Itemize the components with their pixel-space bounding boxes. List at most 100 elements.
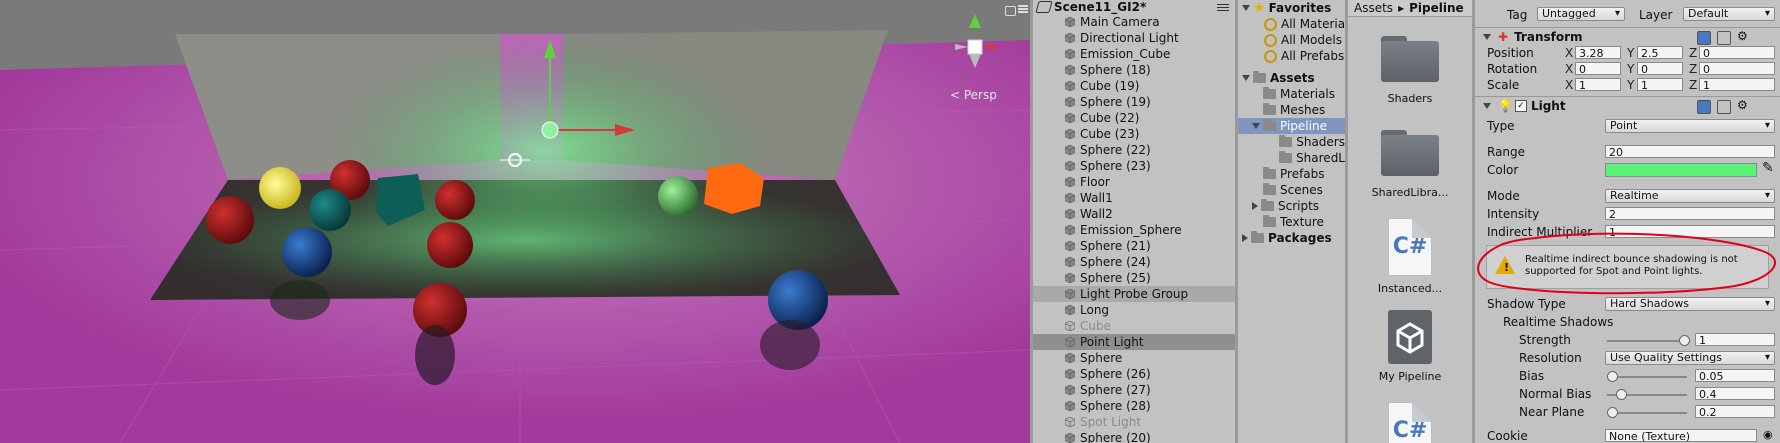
breadcrumb-pipeline[interactable]: Pipeline xyxy=(1409,1,1464,15)
breadcrumb-assets[interactable]: Assets xyxy=(1354,1,1393,15)
folder-item[interactable]: Meshes xyxy=(1238,102,1345,118)
scale-x-field[interactable]: 1 xyxy=(1575,78,1621,92)
rotation-y-field[interactable]: 0 xyxy=(1637,62,1683,76)
normal-bias-slider-knob[interactable] xyxy=(1616,389,1628,400)
folder-item[interactable]: Texture xyxy=(1238,214,1345,230)
near-plane-slider-knob[interactable] xyxy=(1607,407,1618,418)
folder-item[interactable]: SharedL xyxy=(1238,150,1345,166)
position-y-field[interactable]: 2.5 xyxy=(1637,46,1683,60)
hierarchy-item[interactable]: Sphere (24) xyxy=(1033,254,1235,270)
hamburger-icon[interactable] xyxy=(1217,2,1229,13)
hierarchy-item[interactable]: Wall1 xyxy=(1033,190,1235,206)
layer-dropdown[interactable]: Default xyxy=(1683,7,1775,21)
hierarchy-item[interactable]: Sphere (25) xyxy=(1033,270,1235,286)
intensity-field[interactable]: 2 xyxy=(1605,207,1775,221)
position-z-field[interactable]: 0 xyxy=(1699,46,1775,60)
folder-item[interactable]: Scripts xyxy=(1238,198,1345,214)
lock-icon[interactable] xyxy=(1005,6,1016,16)
help-icon[interactable] xyxy=(1697,31,1711,45)
expand-arrow-icon[interactable] xyxy=(1483,34,1491,40)
strength-slider-track[interactable] xyxy=(1607,340,1687,342)
asset-shaders[interactable]: Shaders xyxy=(1348,36,1472,105)
cookie-field[interactable]: None (Texture) xyxy=(1605,429,1757,443)
hierarchy-item[interactable]: Sphere (28) xyxy=(1033,398,1235,414)
hierarchy-item[interactable]: Sphere xyxy=(1033,350,1235,366)
normal-bias-field[interactable]: 0.4 xyxy=(1695,387,1775,401)
eyedropper-icon[interactable]: ✎ xyxy=(1762,160,1774,176)
hierarchy-item[interactable]: Cube (23) xyxy=(1033,126,1235,142)
resolution-dropdown[interactable]: Use Quality Settings xyxy=(1605,351,1775,365)
bias-slider-knob[interactable] xyxy=(1607,371,1618,382)
gear-icon[interactable]: ⚙ xyxy=(1737,29,1748,43)
hierarchy-item[interactable]: Sphere (19) xyxy=(1033,94,1235,110)
hierarchy-item[interactable]: Wall2 xyxy=(1033,206,1235,222)
scale-y-field[interactable]: 1 xyxy=(1637,78,1683,92)
near-plane-slider-track[interactable] xyxy=(1607,412,1687,414)
light-enabled-checkbox[interactable]: ✓ xyxy=(1514,100,1527,112)
hierarchy-item[interactable]: Sphere (21) xyxy=(1033,238,1235,254)
mode-dropdown[interactable]: Realtime xyxy=(1605,189,1775,203)
hierarchy-item[interactable]: Sphere (23) xyxy=(1033,158,1235,174)
collapse-arrow-icon[interactable] xyxy=(1252,202,1258,210)
folder-item[interactable]: Materials xyxy=(1238,86,1345,102)
preset-icon[interactable] xyxy=(1717,31,1731,45)
asset-cs-file[interactable]: C# xyxy=(1348,402,1472,443)
hierarchy-item[interactable]: Long xyxy=(1033,302,1235,318)
rotation-z-field[interactable]: 0 xyxy=(1699,62,1775,76)
scene-view[interactable]: < Persp xyxy=(0,0,1030,443)
transform-header[interactable]: ✚ Transform ⚙ xyxy=(1475,27,1780,46)
position-x-field[interactable]: 3.28 xyxy=(1575,46,1621,60)
packages-header[interactable]: Packages xyxy=(1238,230,1345,246)
folder-item[interactable]: Prefabs xyxy=(1238,166,1345,182)
hierarchy-item[interactable]: Sphere (26) xyxy=(1033,366,1235,382)
help-icon[interactable] xyxy=(1697,100,1711,114)
asset-sharedlibrary[interactable]: SharedLibra... xyxy=(1348,130,1472,199)
persp-label[interactable]: < Persp xyxy=(950,88,997,102)
favorites-header[interactable]: ★ Favorites xyxy=(1238,0,1345,16)
hierarchy-item[interactable]: Cube xyxy=(1033,318,1235,334)
hierarchy-scene-header[interactable]: Scene11_GI2* xyxy=(1033,0,1235,14)
bias-field[interactable]: 0.05 xyxy=(1695,369,1775,383)
hierarchy-item[interactable]: Sphere (20) xyxy=(1033,430,1235,443)
asset-my-pipeline[interactable]: My Pipeline xyxy=(1348,310,1472,383)
near-plane-field[interactable]: 0.2 xyxy=(1695,405,1775,419)
collapse-arrow-icon[interactable] xyxy=(1242,234,1248,242)
gear-icon[interactable]: ⚙ xyxy=(1737,98,1748,112)
expand-arrow-icon[interactable] xyxy=(1252,123,1260,129)
hierarchy-item[interactable]: Emission_Sphere xyxy=(1033,222,1235,238)
hierarchy-item[interactable]: Light Probe Group xyxy=(1033,286,1235,302)
bias-slider-track[interactable] xyxy=(1607,376,1687,378)
hierarchy-item[interactable]: Main Camera xyxy=(1033,14,1235,30)
favorites-item[interactable]: All Prefabs xyxy=(1238,48,1345,64)
strength-slider-knob[interactable] xyxy=(1679,335,1690,346)
light-header[interactable]: 💡 ✓ Light ⚙ xyxy=(1475,96,1780,115)
folder-item[interactable]: Pipeline xyxy=(1238,118,1345,134)
object-picker-icon[interactable]: ◉ xyxy=(1763,428,1773,441)
hierarchy-item[interactable]: Point Light xyxy=(1033,334,1235,350)
assets-header[interactable]: Assets xyxy=(1238,70,1345,86)
favorites-item[interactable]: All Materia xyxy=(1238,16,1345,32)
expand-arrow-icon[interactable] xyxy=(1483,103,1491,109)
range-field[interactable]: 20 xyxy=(1605,145,1775,159)
expand-arrow-icon[interactable] xyxy=(1242,5,1250,11)
hierarchy-item[interactable]: Cube (22) xyxy=(1033,110,1235,126)
hierarchy-item[interactable]: Floor xyxy=(1033,174,1235,190)
favorites-item[interactable]: All Models xyxy=(1238,32,1345,48)
hierarchy-item[interactable]: Directional Light xyxy=(1033,30,1235,46)
hierarchy-item[interactable]: Sphere (18) xyxy=(1033,62,1235,78)
preset-icon[interactable] xyxy=(1717,100,1731,114)
rotation-x-field[interactable]: 0 xyxy=(1575,62,1621,76)
tag-dropdown[interactable]: Untagged xyxy=(1537,7,1625,21)
hierarchy-item[interactable]: Sphere (27) xyxy=(1033,382,1235,398)
asset-instanced[interactable]: C# Instanced... xyxy=(1348,218,1472,295)
hierarchy-item[interactable]: Spot Light xyxy=(1033,414,1235,430)
type-dropdown[interactable]: Point xyxy=(1605,119,1775,133)
hierarchy-item[interactable]: Emission_Cube xyxy=(1033,46,1235,62)
folder-item[interactable]: Shaders xyxy=(1238,134,1345,150)
scale-z-field[interactable]: 1 xyxy=(1699,78,1775,92)
expand-arrow-icon[interactable] xyxy=(1242,75,1250,81)
strength-field[interactable]: 1 xyxy=(1695,333,1775,347)
color-swatch[interactable] xyxy=(1605,163,1757,177)
hierarchy-item[interactable]: Sphere (22) xyxy=(1033,142,1235,158)
hierarchy-item[interactable]: Cube (19) xyxy=(1033,78,1235,94)
